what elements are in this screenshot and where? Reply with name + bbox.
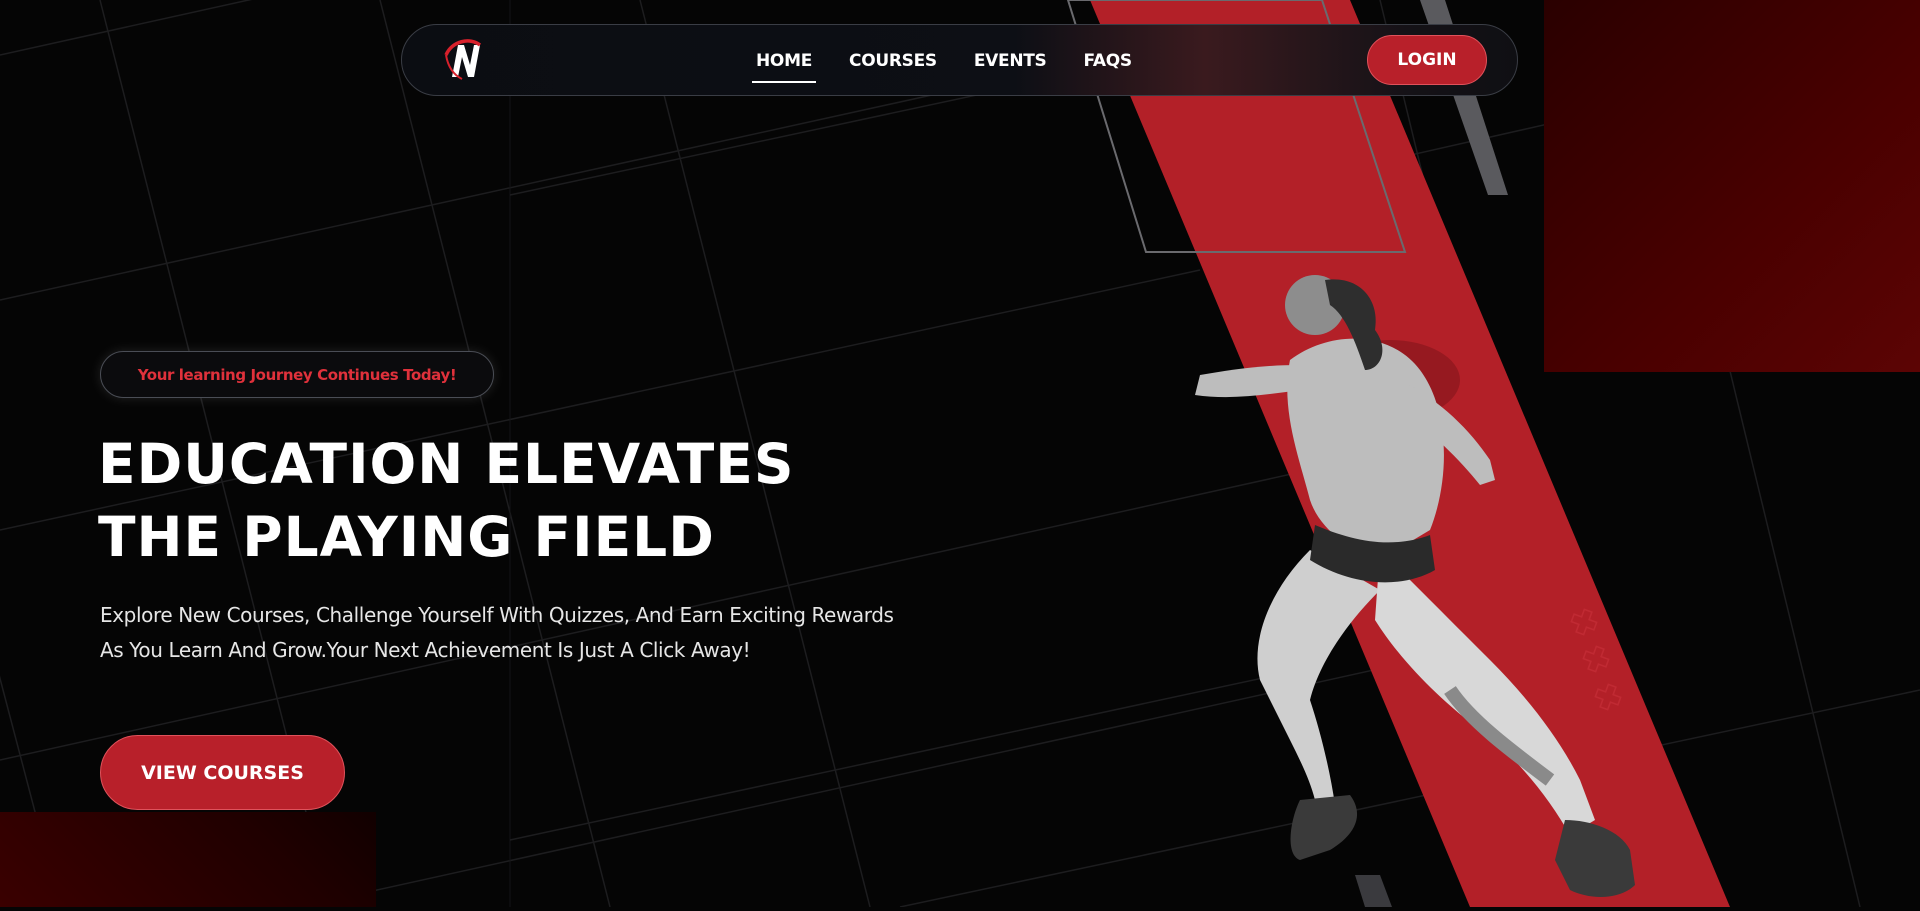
brand-n-logo-icon[interactable]	[440, 37, 490, 85]
hero-title: EDUCATION ELEVATES THE PLAYING FIELD	[98, 428, 918, 574]
hero-title-line-1: EDUCATION ELEVATES	[98, 432, 795, 496]
nav-link-faqs[interactable]: FAQS	[1080, 47, 1136, 75]
corner-glow-bottom-left	[0, 812, 376, 907]
view-courses-button[interactable]: VIEW COURSES	[100, 735, 345, 810]
nav-link-courses[interactable]: COURSES	[845, 47, 941, 75]
hero-title-line-2: THE PLAYING FIELD	[98, 505, 715, 569]
top-navbar: HOME COURSES EVENTS FAQS LOGIN	[401, 24, 1518, 96]
journey-badge: Your learning Journey Continues Today!	[100, 351, 494, 398]
hero-description: Explore New Courses, Challenge Yourself …	[100, 603, 894, 662]
nav-link-home[interactable]: HOME	[752, 47, 817, 83]
nav-link-events[interactable]: EVENTS	[970, 47, 1051, 75]
login-button[interactable]: LOGIN	[1367, 35, 1487, 85]
plus-pattern-decoration	[1570, 608, 1622, 711]
nav-links: HOME COURSES EVENTS FAQS	[752, 25, 1136, 97]
corner-glow-top-right	[1544, 0, 1920, 372]
